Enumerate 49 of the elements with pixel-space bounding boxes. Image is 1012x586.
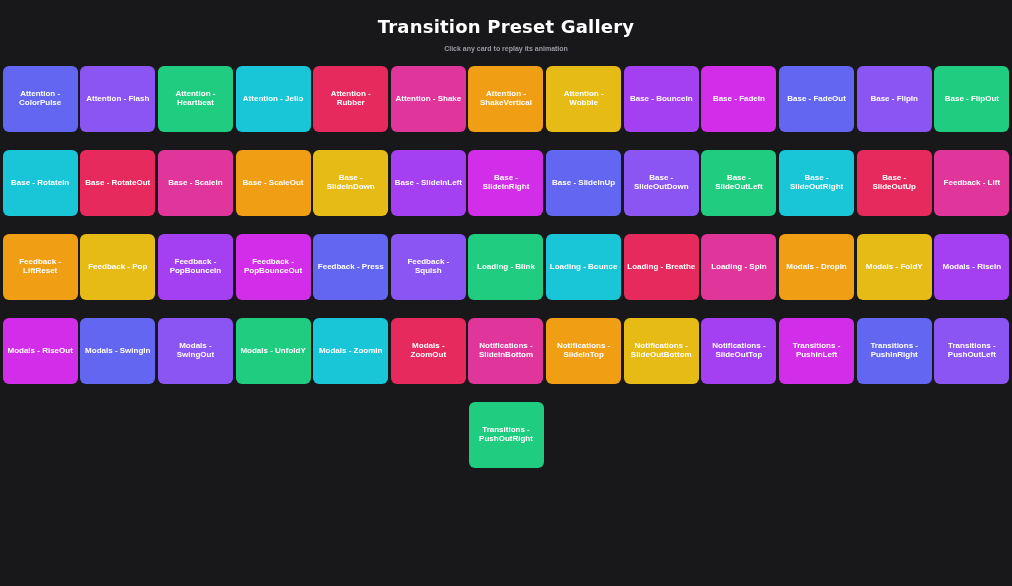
preset-card[interactable]: Base - ScaleIn bbox=[157, 150, 233, 216]
preset-card[interactable]: Base - RotateIn bbox=[2, 150, 78, 216]
preset-card[interactable]: Feedback - Squish bbox=[390, 234, 466, 300]
preset-card[interactable]: Notifications - SlideOutTop bbox=[701, 318, 777, 384]
preset-card[interactable]: Loading - Breathe bbox=[623, 234, 699, 300]
preset-card[interactable]: Base - SlideOutRight bbox=[779, 150, 855, 216]
preset-card[interactable]: Transitions - PushOutRight bbox=[468, 402, 544, 468]
preset-card[interactable]: Modals - SwingOut bbox=[157, 318, 233, 384]
preset-card[interactable]: Modals - RiseIn bbox=[934, 234, 1010, 300]
preset-card[interactable]: Modals - ZoomIn bbox=[313, 318, 389, 384]
preset-card[interactable]: Base - SlideInLeft bbox=[390, 150, 466, 216]
preset-card[interactable]: Transitions - PushOutLeft bbox=[934, 318, 1010, 384]
preset-card[interactable]: Feedback - Press bbox=[313, 234, 389, 300]
preset-card[interactable]: Feedback - PopBounceIn bbox=[157, 234, 233, 300]
preset-card[interactable]: Modals - RiseOut bbox=[2, 318, 78, 384]
preset-card[interactable]: Attention - Jello bbox=[235, 66, 311, 132]
preset-card[interactable]: Attention - Heartbeat bbox=[157, 66, 233, 132]
preset-card[interactable]: Feedback - LiftReset bbox=[2, 234, 78, 300]
preset-card[interactable]: Base - BounceIn bbox=[623, 66, 699, 132]
preset-card[interactable]: Base - RotateOut bbox=[80, 150, 156, 216]
preset-card[interactable]: Base - FlipIn bbox=[856, 66, 932, 132]
preset-card[interactable]: Modals - ZoomOut bbox=[390, 318, 466, 384]
preset-card[interactable]: Transitions - PushInRight bbox=[856, 318, 932, 384]
preset-card[interactable]: Modals - DropIn bbox=[779, 234, 855, 300]
preset-card[interactable]: Notifications - SlideInTop bbox=[546, 318, 622, 384]
preset-card[interactable]: Feedback - Lift bbox=[934, 150, 1010, 216]
preset-card[interactable]: Notifications - SlideInBottom bbox=[468, 318, 544, 384]
preset-card[interactable]: Base - SlideOutUp bbox=[856, 150, 932, 216]
preset-card[interactable]: Base - SlideInRight bbox=[468, 150, 544, 216]
preset-card[interactable]: Attention - Flash bbox=[80, 66, 156, 132]
preset-card[interactable]: Attention - Shake bbox=[390, 66, 466, 132]
preset-card[interactable]: Feedback - PopBounceOut bbox=[235, 234, 311, 300]
preset-card[interactable]: Loading - Bounce bbox=[546, 234, 622, 300]
preset-card[interactable]: Base - FlipOut bbox=[934, 66, 1010, 132]
preset-card[interactable]: Loading - Blink bbox=[468, 234, 544, 300]
preset-card[interactable]: Attention - ShakeVertical bbox=[468, 66, 544, 132]
preset-card[interactable]: Base - SlideInUp bbox=[546, 150, 622, 216]
preset-card[interactable]: Attention - Rubber bbox=[313, 66, 389, 132]
preset-card[interactable]: Base - ScaleOut bbox=[235, 150, 311, 216]
preset-card[interactable]: Base - FadeOut bbox=[779, 66, 855, 132]
page-title: Transition Preset Gallery bbox=[377, 16, 635, 37]
preset-card[interactable]: Transitions - PushInLeft bbox=[779, 318, 855, 384]
preset-card[interactable]: Base - SlideOutLeft bbox=[701, 150, 777, 216]
preset-card[interactable]: Attention - ColorPulse bbox=[2, 66, 78, 132]
preset-card[interactable]: Loading - Spin bbox=[701, 234, 777, 300]
preset-card[interactable]: Base - FadeIn bbox=[701, 66, 777, 132]
preset-card[interactable]: Modals - UnfoldY bbox=[235, 318, 311, 384]
preset-card[interactable]: Modals - SwingIn bbox=[80, 318, 156, 384]
preset-card[interactable]: Base - SlideOutDown bbox=[623, 150, 699, 216]
